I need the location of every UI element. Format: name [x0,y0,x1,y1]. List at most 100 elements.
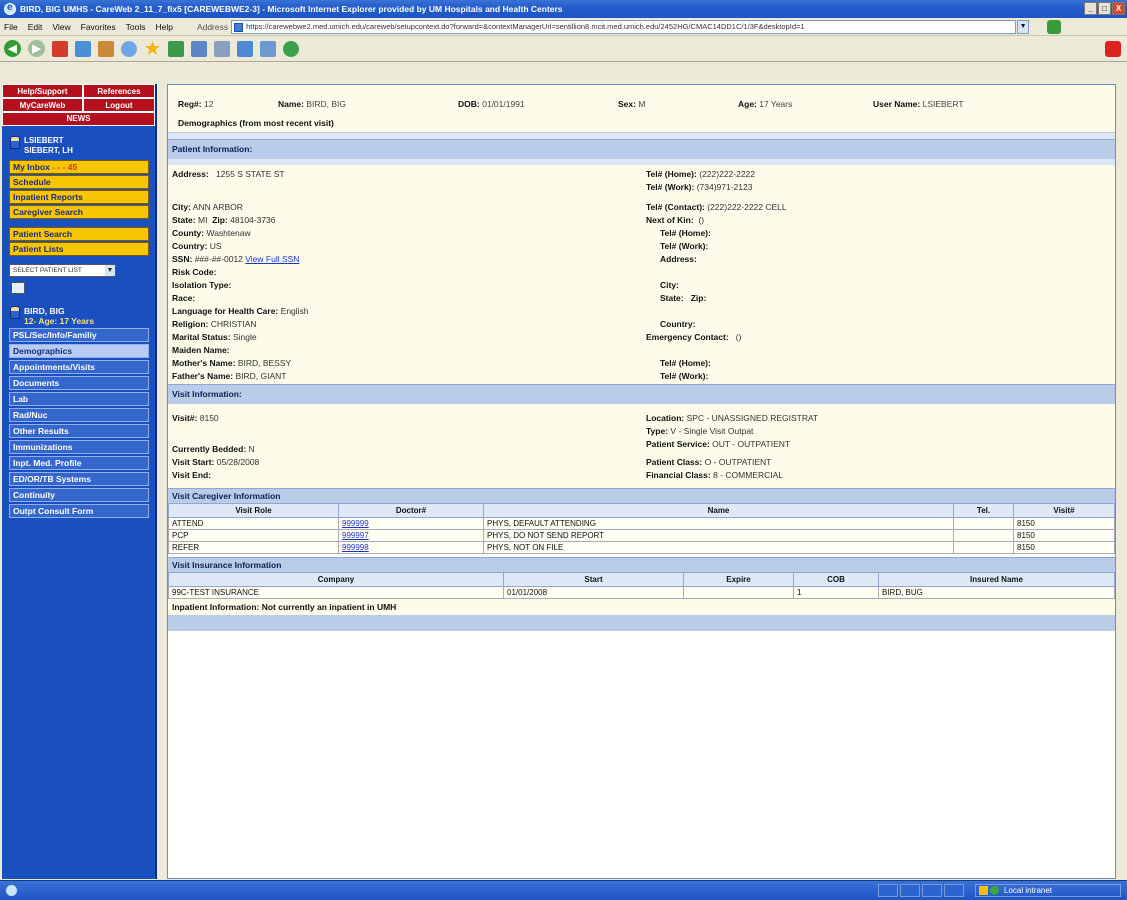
references-button[interactable]: References [82,84,155,98]
visit-end-field: Visit End: [172,470,212,480]
schedule-button[interactable]: Schedule [9,175,149,189]
stop-icon[interactable] [52,40,68,57]
go-icon[interactable] [1047,19,1062,34]
status-pane [922,884,942,897]
col-tel: Tel. [953,503,1014,518]
col-company: Company [168,572,504,587]
ed-or-tb-systems-button[interactable]: ED/OR/TB Systems [9,472,149,486]
window-title: BIRD, BIG UMHS - CareWeb 2_11_7_fix5 [CA… [20,4,563,14]
rad-nuc-button[interactable]: Rad/Nuc [9,408,149,422]
my-inbox-button[interactable]: My Inbox - - - 45 [9,160,149,174]
toolbar-extra-icon[interactable] [1105,41,1121,57]
menu-edit[interactable]: Edit [28,22,43,32]
doctor-link[interactable]: 999997 [342,531,369,540]
close-button[interactable]: X [1112,2,1125,15]
doctor-link[interactable]: 999999 [342,519,369,528]
financial-class-field: Financial Class: 8 - COMMERCIAL [646,470,783,480]
father-name-field: Father's Name: BIRD, GIANT [172,371,287,381]
col-visit-role: Visit Role [168,503,339,518]
home-icon[interactable] [98,40,114,57]
refresh-icon[interactable] [75,40,91,57]
patient-search-button[interactable]: Patient Search [9,227,149,241]
mail-icon[interactable] [191,40,207,57]
documents-button[interactable]: Documents [9,376,149,390]
edit-icon[interactable] [237,40,253,57]
reg-field: Reg#: 12 [178,99,214,109]
logout-button[interactable]: Logout [82,98,155,112]
emergency-contact-field: Emergency Contact: () [646,332,742,342]
inpt-med-profile-button[interactable]: Inpt. Med. Profile [9,456,149,470]
address-input[interactable]: https://carewebwe2.med.umich.edu/careweb… [231,19,1017,34]
chevron-down-icon[interactable]: ▼ [105,265,115,276]
patient-list-select[interactable]: SELECT PATIENT LIST ▼ [9,264,116,277]
county-field: County: Washtenaw [172,228,251,238]
inpatient-reports-button[interactable]: Inpatient Reports [9,190,149,204]
favorites-star-icon[interactable]: ★ [144,39,161,58]
menu-help[interactable]: Help [155,22,172,32]
insurance-info-header: Visit Insurance Information [168,557,1115,572]
messenger-icon[interactable] [283,40,299,57]
back-icon[interactable]: ◀ [4,40,21,57]
print-icon[interactable] [214,40,230,57]
lab-button[interactable]: Lab [9,392,149,406]
cell-role: ATTEND [168,517,339,530]
menu-view[interactable]: View [52,22,70,32]
view-full-ssn-link[interactable]: View Full SSN [245,254,299,264]
patient-list-go-button[interactable] [11,282,25,294]
cell-doctor: 999999 [338,517,484,530]
col-insured-name: Insured Name [878,572,1115,587]
continuity-button[interactable]: Continuity [9,488,149,502]
discuss-icon[interactable] [260,40,276,57]
sidebar-help-row: Help/Support References [2,84,155,98]
other-results-button[interactable]: Other Results [9,424,149,438]
cell-expire [683,586,794,599]
history-icon[interactable] [168,40,184,57]
psl-button[interactable]: PSL/Sec/Info/Familiy [9,328,149,342]
minimize-button[interactable]: _ [1084,2,1097,15]
maximize-button[interactable]: □ [1098,2,1111,15]
menu-tools[interactable]: Tools [126,22,146,32]
appointments-visits-button[interactable]: Appointments/Visits [9,360,149,374]
cell-visit: 8150 [1013,541,1115,554]
age-field: Age: 17 Years [738,99,793,109]
browser-toolbar: ◀ ▶ ★ [0,36,1127,62]
tel-home-field: Tel# (Home): (222)222-2222 [646,169,755,179]
menu-file[interactable]: File [4,22,18,32]
city-field: City: ANN ARBOR [172,202,243,212]
state-zip-field: State: MI Zip: 48104-3736 [172,215,276,225]
forward-icon[interactable]: ▶ [28,40,45,57]
help-support-button[interactable]: Help/Support [2,84,83,98]
doctor-link[interactable]: 999998 [342,543,369,552]
table-row: REFER 999998 PHYS, NOT ON FILE 8150 [168,541,1115,554]
menu-favorites[interactable]: Favorites [81,22,116,32]
menu-bar: File Edit View Favorites Tools Help Addr… [0,18,1127,36]
caregiver-table: Visit Role Doctor# Name Tel. Visit# ATTE… [168,503,1115,554]
table-row: 99C-TEST INSURANCE 01/01/2008 1 BIRD, BU… [168,586,1115,599]
demographics-button[interactable]: Demographics [9,344,149,358]
news-button[interactable]: NEWS [2,112,155,126]
caregiver-search-button[interactable]: Caregiver Search [9,205,149,219]
immunizations-button[interactable]: Immunizations [9,440,149,454]
patient-person-icon [10,306,20,319]
visit-type-field: Type: V - Single Visit Outpat [646,426,754,436]
religion-field: Religion: CHRISTIAN [172,319,257,329]
patient-class-field: Patient Class: O - OUTPATIENT [646,457,772,467]
sidebar: Help/Support References MyCareWeb Logout… [2,84,157,879]
nok-tel-work-field: Tel# (Work): [660,241,709,251]
mycareweb-button[interactable]: MyCareWeb [2,98,83,112]
outpt-consult-form-button[interactable]: Outpt Consult Form [9,504,149,518]
patient-lists-button[interactable]: Patient Lists [9,242,149,256]
lock-icon [979,886,988,895]
cell-tel [953,529,1014,542]
address-dropdown-button[interactable]: ▼ [1017,19,1030,34]
address-field: Address: 1255 S STATE ST [172,169,285,179]
nok-tel-home-field: Tel# (Home): [660,228,711,238]
col-cob: COB [793,572,879,587]
inbox-count: - - - 45 [52,162,78,172]
status-bar: Local intranet [0,880,1127,900]
search-icon[interactable] [121,40,137,57]
country-field: Country: US [172,241,222,251]
patient-info-header: Patient Information: [168,139,1115,159]
col-visit: Visit# [1013,503,1115,518]
user-name: SIEBERT, LH [24,146,73,155]
